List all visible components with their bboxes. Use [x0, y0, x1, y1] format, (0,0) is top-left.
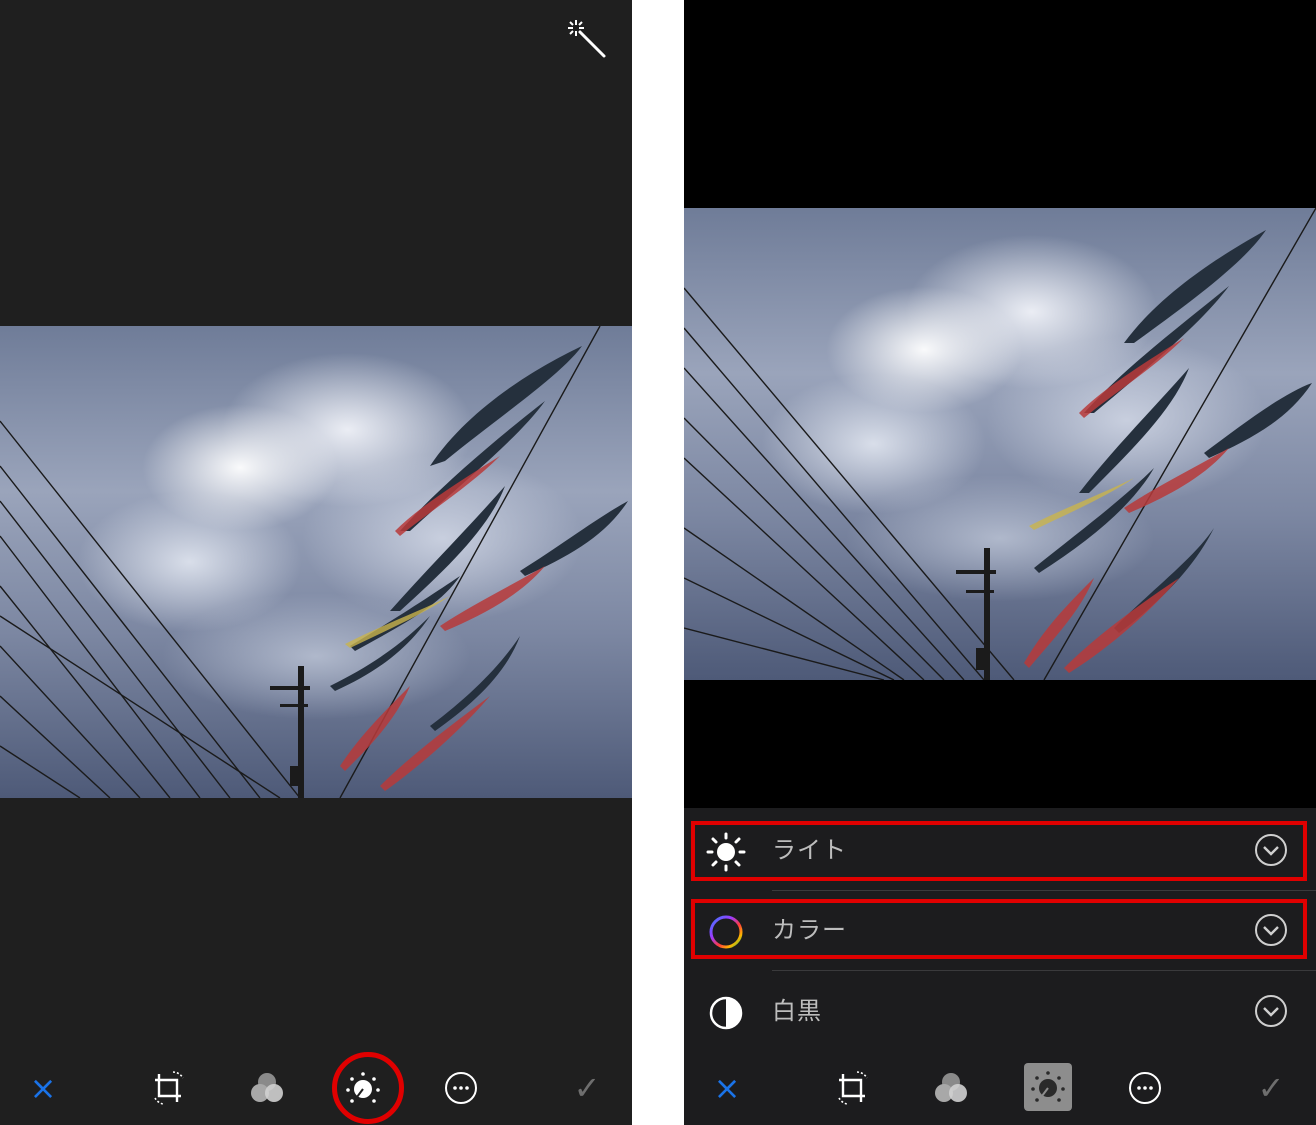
crop-rotate-icon[interactable] — [830, 1065, 876, 1111]
more-options-icon[interactable] — [1122, 1065, 1168, 1111]
bottom-toolbar: × ✓ — [0, 1051, 632, 1125]
photo-editor-screen-left: × ✓ — [0, 0, 632, 1125]
photo-editor-screen-right: ライト カラー 白黒 × ✓ — [684, 0, 1316, 1125]
highlight-ring — [332, 1052, 404, 1124]
filters-icon[interactable] — [244, 1065, 290, 1111]
adjust-dial-icon[interactable] — [1024, 1063, 1072, 1111]
adjust-row-label: 白黒 — [772, 997, 822, 1025]
half-circle-icon — [706, 993, 746, 1033]
chevron-down-icon[interactable] — [1254, 994, 1288, 1028]
magic-wand-icon[interactable] — [566, 18, 608, 60]
bottom-toolbar: × ✓ — [684, 1051, 1316, 1125]
cancel-button[interactable]: × — [20, 1065, 66, 1111]
photo-preview — [0, 326, 632, 798]
more-options-icon[interactable] — [438, 1065, 484, 1111]
crop-rotate-icon[interactable] — [146, 1065, 192, 1111]
photo-preview — [684, 208, 1316, 680]
done-button[interactable]: ✓ — [1248, 1065, 1294, 1111]
cancel-button[interactable]: × — [704, 1065, 750, 1111]
adjust-row-bw[interactable]: 白黒 — [684, 971, 1316, 1051]
highlight-box-color — [691, 899, 1307, 959]
highlight-box-light — [691, 821, 1307, 881]
filters-icon[interactable] — [928, 1065, 974, 1111]
done-button[interactable]: ✓ — [564, 1065, 610, 1111]
